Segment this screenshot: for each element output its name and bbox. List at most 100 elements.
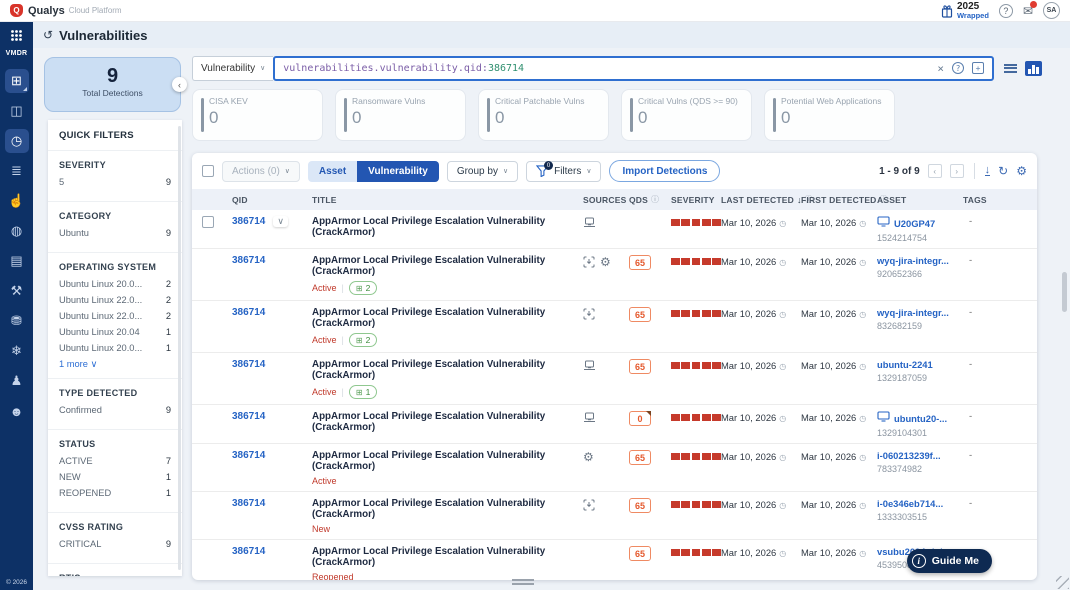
header-qds[interactable]: QDSⓘ [629,194,671,205]
table-row[interactable]: 386714AppArmor Local Privilege Escalatio… [192,249,1037,301]
header-first-detected[interactable]: FIRST DETECTEDⓘ [801,194,877,205]
table-row[interactable]: 386714 AppArmor Local Privilege Escalatio… [192,405,1037,444]
filter-item[interactable]: Ubuntu Linux 20.0...1 [59,343,171,353]
vulnerability-title[interactable]: AppArmor Local Privilege Escalation Vuln… [312,216,583,238]
header-severity[interactable]: SEVERITY [671,195,721,205]
header-sources[interactable]: SOURCES [583,195,629,205]
qid-link[interactable]: 386714 [232,498,265,509]
filter-item[interactable]: 59 [59,177,171,187]
filter-item[interactable]: ACTIVE7 [59,456,171,466]
filter-item[interactable]: Ubuntu9 [59,228,171,238]
prioritization-icon[interactable]: ☝ [5,189,29,213]
qid-link[interactable]: 386714 [232,307,265,318]
reports-icon[interactable]: ▤ [5,249,29,273]
header-last-detected[interactable]: LAST DETECTED↓ⓘ [721,194,801,205]
qid-link[interactable]: 386714 [232,216,265,227]
instances-badge[interactable]: ⊞2 [349,281,377,295]
vulnerabilities-icon[interactable]: ◷ [5,129,29,153]
vulnerability-title[interactable]: AppArmor Local Privilege Escalation Vuln… [312,255,583,277]
vulnerability-title[interactable]: AppArmor Local Privilege Escalation Vuln… [312,411,583,433]
search-scope-dropdown[interactable]: Vulnerability ∨ [192,56,273,81]
qds-badge[interactable]: 65 [629,307,651,322]
table-row[interactable]: 386714 AppArmor Local Privilege Escalatio… [192,492,1037,540]
modules-icon[interactable]: ◫ [5,99,29,123]
qds-badge[interactable]: 0 [629,411,651,426]
window-resize-grip[interactable] [1056,576,1069,589]
qds-badge[interactable]: 65 [629,450,651,465]
vulnerability-title[interactable]: AppArmor Local Privilege Escalation Vuln… [312,450,583,472]
vulnerability-title[interactable]: AppArmor Local Privilege Escalation Vuln… [312,307,583,329]
prev-page-button[interactable]: ‹ [928,164,942,178]
download-icon[interactable]: ↓ [985,166,991,176]
qid-link[interactable]: 386714 [232,450,265,461]
asset-name-link[interactable]: wyq-jira-integr... [877,307,949,318]
asset-name-link[interactable]: i-060213239f... [877,450,941,461]
list-view-icon[interactable] [1004,64,1017,73]
qds-badge[interactable]: 65 [629,546,651,561]
tools-icon[interactable]: ⚒ [5,279,29,303]
training-icon[interactable]: ♟ [5,369,29,393]
next-page-button[interactable]: › [950,164,964,178]
filter-item[interactable]: Ubuntu Linux 20.0...2 [59,279,171,289]
asset-name-link[interactable]: i-0e346eb714... [877,498,943,509]
qds-badge[interactable]: 65 [629,359,651,374]
summary-card[interactable]: Critical Patchable Vulns0 [478,89,609,141]
gear-icon[interactable]: ⚙ [1016,164,1027,178]
chart-view-icon[interactable] [1025,61,1042,76]
summary-card[interactable]: CISA KEV0 [192,89,323,141]
refresh-icon[interactable]: ↻ [998,164,1008,178]
filters-dropdown[interactable]: 0 Filters ∨ [526,161,601,182]
search-input[interactable]: vulnerabilities.vulnerability.qid:386714… [273,56,994,81]
filter-item[interactable]: Confirmed9 [59,405,171,415]
dashboard-icon[interactable]: ⊞ [5,69,29,93]
table-row[interactable]: 386714AppArmor Local Privilege Escalatio… [192,353,1037,405]
panel-resize-handle[interactable] [512,577,534,587]
qid-link[interactable]: 386714 [232,546,265,557]
instances-badge[interactable]: ⊞1 [349,385,377,399]
qid-link[interactable]: 386714 [232,359,265,370]
select-all-checkbox[interactable] [202,165,214,177]
filter-item[interactable]: REOPENED1 [59,488,171,498]
import-detections-button[interactable]: Import Detections [609,160,720,182]
clear-search-icon[interactable]: × [937,62,944,75]
filter-item[interactable]: Ubuntu Linux 20.041 [59,327,171,337]
asset-name-link[interactable]: ubuntu-2241 [877,359,933,370]
qid-link[interactable]: 386714 [232,411,265,422]
filters-scrollbar[interactable] [178,126,181,570]
filter-item[interactable]: Ubuntu Linux 22.0...2 [59,295,171,305]
table-row[interactable]: 386714 ∨ AppArmor Local Privilege Escalati… [192,210,1037,249]
scans-icon[interactable]: ≣ [5,159,29,183]
header-qid[interactable]: QID [232,195,312,205]
summary-card[interactable]: Potential Web Applications0 [764,89,895,141]
filter-item[interactable]: Ubuntu Linux 22.0...2 [59,311,171,321]
vulnerability-title[interactable]: AppArmor Local Privilege Escalation Vuln… [312,498,583,520]
qds-badge[interactable]: 65 [629,498,651,513]
row-expander-icon[interactable]: ∨ [273,216,288,227]
tab-asset[interactable]: Asset [308,161,357,182]
patch-icon[interactable]: ❄ [5,339,29,363]
asset-name-link[interactable]: U20GP47 [894,218,935,229]
search-help-icon[interactable]: ? [952,62,964,74]
filter-more-link[interactable]: 1 more ∨ [59,359,171,370]
window-scrollbar-thumb[interactable] [1062,272,1067,312]
notifications-icon[interactable]: ✉ [1023,4,1033,18]
summary-card[interactable]: Critical Vulns (QDS >= 90)0 [621,89,752,141]
qds-badge[interactable]: 65 [629,255,651,270]
header-title[interactable]: TITLE [312,195,583,205]
asset-name-link[interactable]: ubuntu20-... [894,413,947,424]
app-switcher[interactable]: VMDR [6,22,28,62]
guide-me-button[interactable]: i Guide Me [907,549,992,573]
assets-icon[interactable]: ⛃ [5,309,29,333]
help-icon[interactable]: ? [999,4,1013,18]
summary-card[interactable]: Ransomware Vulns0 [335,89,466,141]
asset-name-link[interactable]: wyq-jira-integr... [877,255,949,266]
group-by-dropdown[interactable]: Group by ∨ [447,161,518,182]
tab-vulnerability[interactable]: Vulnerability [357,161,439,182]
filter-item[interactable]: CRITICAL9 [59,539,171,549]
table-row[interactable]: 386714 AppArmor Local Privilege Escalatio… [192,301,1037,353]
remediation-icon[interactable]: ◍ [5,219,29,243]
wrapped-promo[interactable]: 2025 Wrapped [941,2,989,20]
header-asset[interactable]: ASSET [877,195,963,205]
table-row[interactable]: 386714 AppArmor Local Privilege Escalatio… [192,444,1037,492]
users-icon[interactable]: ☻ [5,399,29,423]
